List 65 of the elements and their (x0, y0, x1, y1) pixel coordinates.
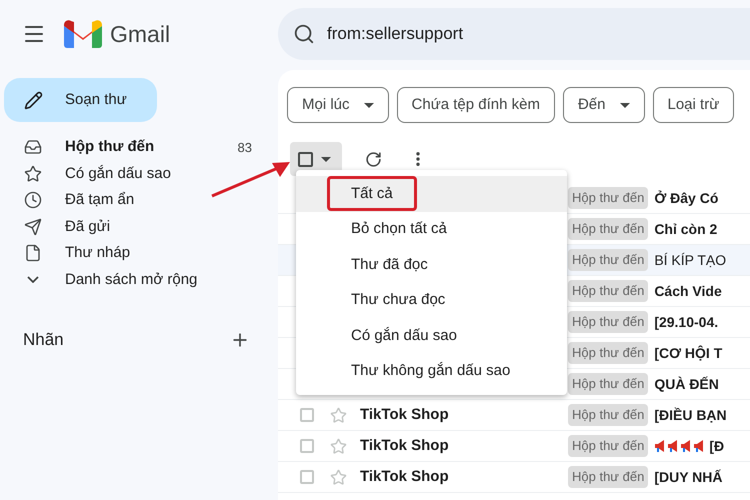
inbox-label: Hộp thư đến (568, 373, 648, 395)
inbox-label: Hộp thư đến (568, 311, 648, 333)
caret-icon (364, 102, 374, 108)
sidebar-item[interactable]: Đã tạm ẩn (0, 187, 278, 214)
compose-button[interactable]: Soạn thư (4, 78, 157, 122)
caret-icon (321, 156, 331, 162)
clock-icon (24, 191, 42, 210)
menu-item[interactable]: Có gắn dấu sao (327, 318, 481, 354)
app-name: Gmail (110, 20, 170, 49)
unread-count: 83 (238, 138, 252, 156)
search-icon[interactable] (293, 23, 315, 45)
sidebar-item[interactable]: Hộp thư đến 83 (0, 134, 278, 160)
inbox-label: Hộp thư đến (568, 187, 648, 209)
inbox-label: Hộp thư đến (568, 466, 648, 488)
star-icon[interactable] (330, 406, 347, 424)
subject-text: [DUY NHẤ (654, 468, 723, 487)
filter-chip[interactable]: Loại trừ (652, 87, 734, 123)
subject-text: [Đ (709, 436, 724, 456)
sidebar-item[interactable]: Đã gửi (0, 214, 278, 240)
labels-heading: Nhãn (23, 329, 64, 351)
subject-text: Ở Đây Có (654, 188, 718, 208)
menu-item[interactable]: Tất cả (327, 176, 417, 212)
inbox-label: Hộp thư đến (568, 280, 648, 302)
inbox-label: Hộp thư đến (568, 435, 648, 457)
send-icon (24, 218, 42, 236)
megaphone-icon (654, 439, 666, 453)
sidebar-item[interactable]: Có gắn dấu sao (0, 160, 278, 187)
sidebar-item[interactable]: Danh sách mở rộng (0, 266, 278, 293)
sender-name: TikTok Shop (360, 466, 449, 487)
subject-text: Cách Vide (654, 282, 722, 300)
pencil-icon (24, 90, 43, 110)
inbox-icon (24, 138, 42, 156)
sender-name: TikTok Shop (360, 404, 449, 425)
megaphone-icon (667, 439, 680, 453)
subject-text: [CƠ HỘI T (654, 344, 722, 363)
subject-text: QUÀ ĐẾN (654, 374, 719, 394)
gmail-logo-icon (64, 20, 102, 48)
search-field[interactable]: from:sellersupport (278, 8, 750, 60)
sender-name: TikTok Shop (360, 436, 449, 456)
menu-item[interactable]: Thư đã đọc (327, 247, 452, 282)
megaphone-icon (693, 439, 706, 453)
subject-text: BÍ KÍP TẠO (654, 250, 726, 270)
caret-icon (620, 102, 630, 108)
subject-text: [29.10-04. (654, 312, 718, 332)
inbox-label: Hộp thư đến (568, 342, 648, 364)
menu-item[interactable]: Bỏ chọn tất cả (327, 212, 471, 247)
file-icon (24, 244, 42, 262)
menu-item[interactable]: Thư không gắn dấu sao (327, 354, 534, 389)
star-icon[interactable] (330, 468, 347, 486)
sidebar-item[interactable]: Thư nháp (0, 240, 278, 266)
filter-chip[interactable]: Chứa tệp đính kèm (396, 87, 555, 123)
menu-item[interactable]: Thư chưa đọc (327, 282, 470, 318)
star-icon (24, 164, 42, 183)
inbox-label: Hộp thư đến (568, 249, 648, 271)
inbox-label: Hộp thư đến (568, 404, 648, 426)
subject-text: [ĐIỀU BẠN (654, 406, 727, 425)
subject-text: Chỉ còn 2 (654, 220, 718, 238)
checkbox[interactable] (298, 152, 313, 166)
chevron-down-icon (27, 276, 39, 284)
refresh-icon[interactable] (365, 150, 382, 168)
megaphone-icon (680, 439, 692, 453)
star-icon[interactable] (330, 438, 347, 454)
filter-chip[interactable]: Mọi lúc (287, 87, 389, 123)
filter-chip[interactable]: Đến (562, 87, 644, 123)
inbox-label: Hộp thư đến (568, 218, 648, 240)
